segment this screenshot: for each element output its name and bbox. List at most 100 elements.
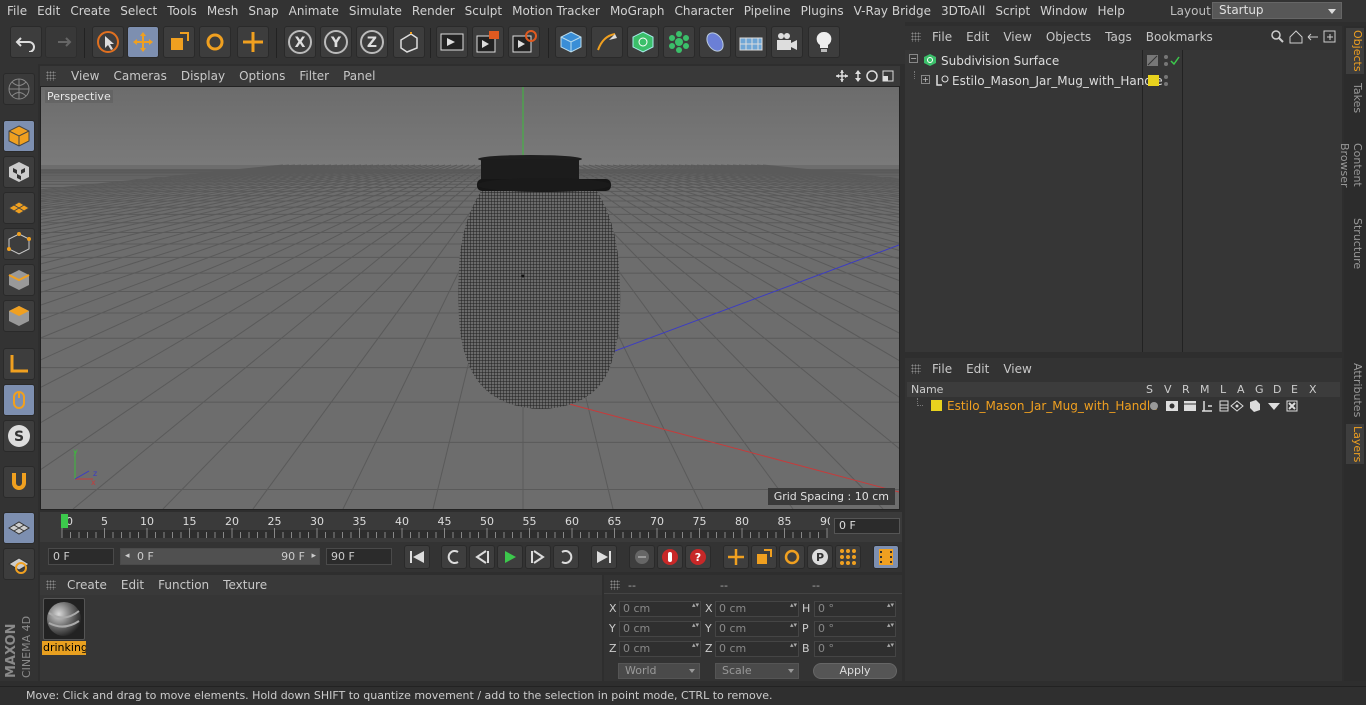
objects-menu-edit[interactable]: Edit: [959, 30, 996, 44]
menu-script[interactable]: Script: [990, 4, 1035, 18]
light-object-icon[interactable]: [808, 26, 840, 58]
object-name-mason-jar[interactable]: Estilo_Mason_Jar_Mug_with_Handle: [952, 74, 1163, 88]
size-mode-dropdown[interactable]: Scale: [715, 663, 799, 679]
workplane-mode-icon[interactable]: [3, 192, 35, 224]
camera-object-icon[interactable]: [771, 26, 803, 58]
previous-key-icon[interactable]: [441, 545, 467, 569]
key-rotation-icon[interactable]: [779, 545, 805, 569]
magnet-icon[interactable]: [3, 466, 35, 498]
record-active-objects-icon[interactable]: [657, 545, 683, 569]
apply-button[interactable]: Apply: [813, 663, 897, 679]
mograph-cloner-icon[interactable]: [663, 26, 695, 58]
mason-jar-layer-visibility-icons[interactable]: [1146, 74, 1180, 88]
size-y-field[interactable]: 0 cm: [715, 621, 799, 637]
floor-object-icon[interactable]: [735, 26, 767, 58]
key-position-icon[interactable]: [723, 545, 749, 569]
render-view-button[interactable]: [436, 26, 468, 58]
viewport-menu-filter[interactable]: Filter: [292, 69, 336, 83]
viewport-navigation-icons[interactable]: [836, 69, 896, 83]
axis-mode-icon[interactable]: [3, 348, 35, 380]
start-frame-field[interactable]: 0 F: [48, 548, 114, 565]
snapping-icon[interactable]: S: [3, 420, 35, 452]
menu-animate[interactable]: Animate: [284, 4, 344, 18]
live-selection-button[interactable]: [92, 26, 124, 58]
tab-structure[interactable]: Structure: [1346, 216, 1364, 272]
viewport-menu-options[interactable]: Options: [232, 69, 292, 83]
objects-menu-file[interactable]: File: [925, 30, 959, 44]
next-key-icon[interactable]: [553, 545, 579, 569]
go-to-end-icon[interactable]: [591, 545, 617, 569]
viewport-menu-view[interactable]: View: [64, 69, 106, 83]
mason-jar-mesh[interactable]: [458, 191, 621, 409]
object-name-subdivision-surface[interactable]: Subdivision Surface: [941, 54, 1059, 68]
objects-menu-view[interactable]: View: [996, 30, 1038, 44]
go-to-start-icon[interactable]: [404, 545, 430, 569]
layer-toggle-icons[interactable]: [1148, 399, 1324, 413]
tree-row-subdivision-surface[interactable]: − Subdivision Surface: [905, 51, 1342, 70]
rotation-b-field[interactable]: 0 °: [814, 641, 896, 657]
position-x-field[interactable]: 0 cm: [619, 601, 701, 617]
menu-simulate[interactable]: Simulate: [344, 4, 407, 18]
y-axis-lock-button[interactable]: Y: [320, 26, 352, 58]
menu-3dtoall[interactable]: 3DToAll: [936, 4, 990, 18]
menu-mograph[interactable]: MoGraph: [605, 4, 670, 18]
menu-mesh[interactable]: Mesh: [202, 4, 244, 18]
menu-file[interactable]: File: [2, 4, 32, 18]
x-axis-lock-button[interactable]: X: [284, 26, 316, 58]
tab-objects[interactable]: Objects: [1346, 28, 1364, 74]
menu-edit[interactable]: Edit: [32, 4, 65, 18]
menu-create[interactable]: Create: [65, 4, 115, 18]
subdivision-layer-visibility-icons[interactable]: [1146, 54, 1180, 68]
tab-takes[interactable]: Takes: [1346, 80, 1364, 116]
key-parameter-icon[interactable]: P: [807, 545, 833, 569]
render-to-picture-viewer-button[interactable]: [472, 26, 504, 58]
3d-viewport[interactable]: y z x Perspective Grid Spacing : 10 cm: [40, 86, 900, 510]
menu-v-ray-bridge[interactable]: V-Ray Bridge: [849, 4, 936, 18]
material-menu-edit[interactable]: Edit: [114, 578, 151, 592]
end-frame-field[interactable]: 90 F: [326, 548, 392, 565]
workplane-grid-icon[interactable]: [3, 548, 35, 580]
tab-layers[interactable]: Layers: [1346, 424, 1364, 464]
rotate-tool-button[interactable]: [199, 26, 231, 58]
rotation-p-field[interactable]: 0 °: [814, 621, 896, 637]
menu-plugins[interactable]: Plugins: [796, 4, 849, 18]
previous-frame-icon[interactable]: [469, 545, 495, 569]
points-mode-icon[interactable]: [3, 228, 35, 260]
timeline[interactable]: 051015202530354045505560657075808590 0 F: [40, 512, 902, 542]
scale-tool-button[interactable]: [163, 26, 195, 58]
menu-window[interactable]: Window: [1035, 4, 1092, 18]
make-editable-icon[interactable]: [3, 73, 35, 105]
layout-dropdown[interactable]: Startup: [1212, 2, 1342, 19]
playhead[interactable]: [61, 514, 68, 528]
viewport-menu-display[interactable]: Display: [174, 69, 232, 83]
coordinate-mode-dropdown[interactable]: World: [618, 663, 700, 679]
camera-label[interactable]: Perspective: [45, 90, 113, 103]
workplane-lock-icon[interactable]: [3, 512, 35, 544]
subdivision-surface-icon[interactable]: [627, 26, 659, 58]
material-menu-texture[interactable]: Texture: [216, 578, 274, 592]
key-point-level-icon[interactable]: [835, 545, 861, 569]
viewport-menu-panel[interactable]: Panel: [336, 69, 382, 83]
z-axis-lock-button[interactable]: Z: [356, 26, 388, 58]
redo-button[interactable]: [45, 26, 77, 58]
frame-range-slider[interactable]: ◂ 0 F 90 F ▸: [120, 548, 320, 565]
layers-menu-view[interactable]: View: [996, 362, 1038, 376]
texture-mode-icon[interactable]: [3, 156, 35, 188]
layers-menu-edit[interactable]: Edit: [959, 362, 996, 376]
menu-character[interactable]: Character: [669, 4, 738, 18]
menu-select[interactable]: Select: [115, 4, 162, 18]
menu-tools[interactable]: Tools: [162, 4, 202, 18]
material-menu-create[interactable]: Create: [60, 578, 114, 592]
rotation-h-field[interactable]: 0 °: [814, 601, 896, 617]
menu-snap[interactable]: Snap: [243, 4, 283, 18]
objects-menu-objects[interactable]: Objects: [1039, 30, 1098, 44]
deformer-icon[interactable]: [699, 26, 731, 58]
spline-pen-icon[interactable]: [591, 26, 623, 58]
layer-name[interactable]: Estilo_Mason_Jar_Mug_with_Handle: [947, 399, 1158, 413]
edges-mode-icon[interactable]: [3, 264, 35, 296]
tree-row-mason-jar[interactable]: + Estilo_Mason_Jar_Mug_with_Handle: [905, 71, 1342, 90]
current-frame-field[interactable]: 0 F: [834, 518, 900, 534]
model-mode-icon[interactable]: [3, 120, 35, 152]
objects-menu-bookmarks[interactable]: Bookmarks: [1139, 30, 1220, 44]
transform-tool-button[interactable]: [237, 26, 269, 58]
